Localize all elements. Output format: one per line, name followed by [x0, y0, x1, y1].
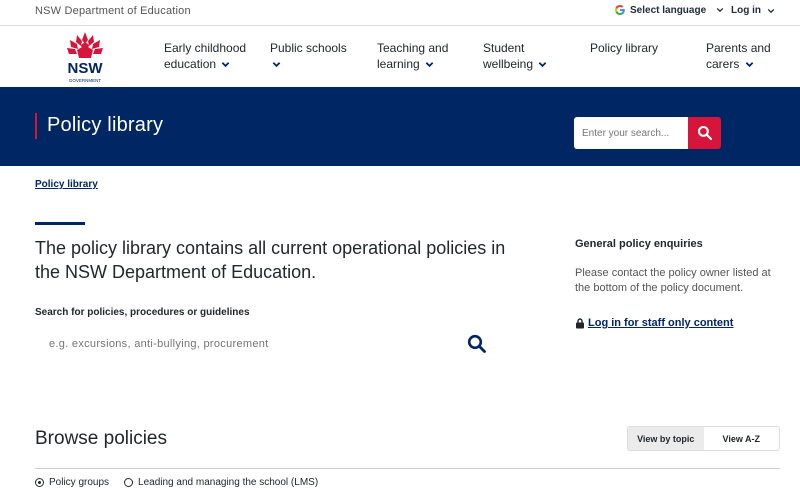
nav-label: Student [483, 41, 525, 55]
radio-label: Leading and managing the school (LMS) [138, 477, 319, 488]
nsw-government-logo[interactable]: NSW GOVERNMENT [55, 30, 115, 86]
divider [35, 468, 780, 469]
page-banner: Policy library [0, 87, 800, 166]
utility-bar: NSW Department of Education Select langu… [0, 0, 800, 26]
chevron-down-icon [272, 62, 281, 68]
google-icon [615, 5, 625, 15]
header-search-input[interactable] [574, 117, 688, 149]
chevron-down-icon [767, 8, 775, 13]
view-a-z-button[interactable]: View A-Z [704, 427, 780, 450]
breadcrumb-policy-library[interactable]: Policy library [35, 179, 98, 190]
chevron-down-icon [222, 62, 230, 68]
nav-label: learning [377, 57, 420, 71]
nav-label: Teaching and [377, 41, 449, 55]
browse-policies-heading: Browse policies [35, 428, 167, 449]
org-name: NSW Department of Education [35, 5, 191, 17]
section-accent-line [35, 222, 85, 225]
chevron-down-icon [425, 62, 434, 68]
nav-student-wellbeing[interactable]: Student wellbeing [483, 40, 547, 72]
nav-label: Parents and [706, 41, 771, 55]
logo-text: NSW [68, 60, 104, 77]
header-search-button[interactable] [688, 117, 721, 149]
intro-heading: The policy library contains all current … [35, 238, 506, 282]
lock-icon [576, 317, 584, 328]
staff-login-label: Log in for staff only content [588, 317, 734, 329]
logo-subtext: GOVERNMENT [69, 78, 102, 83]
search-icon[interactable] [467, 334, 487, 354]
radio-label: Policy groups [49, 477, 110, 488]
main-navigation: NSW GOVERNMENT Early childhood education… [0, 26, 800, 87]
sidebar-text: Please contact the policy owner listed a… [575, 267, 771, 294]
policy-radio-group: Policy groups Leading and managing the s… [35, 477, 333, 488]
chevron-down-icon [539, 62, 547, 68]
radio-checked-icon [35, 478, 44, 487]
nav-teaching-learning[interactable]: Teaching and learning [377, 40, 448, 72]
title-accent-bar [35, 113, 37, 139]
nav-parents-carers[interactable]: Parents and carers [706, 40, 771, 72]
policy-search-field [35, 330, 495, 358]
nav-label: education [164, 57, 217, 71]
radio-policy-groups[interactable]: Policy groups [35, 477, 109, 488]
policy-search-input[interactable] [35, 330, 455, 358]
login-label: Log in [731, 5, 761, 16]
view-by-topic-button[interactable]: View by topic [628, 427, 704, 450]
view-toggle: View by topic View A-Z [627, 426, 780, 451]
login-button[interactable]: Log in [731, 5, 775, 16]
policy-search-label: Search for policies, procedures or guide… [35, 307, 250, 318]
select-language-button[interactable]: Select language [614, 4, 724, 16]
select-language-label: Select language [630, 4, 707, 16]
nav-label: Policy library [590, 41, 659, 55]
nav-label: carers [706, 57, 740, 71]
staff-login-link[interactable]: Log in for staff only content [575, 317, 733, 329]
nav-early-childhood[interactable]: Early childhood education [164, 40, 246, 72]
sidebar-title: General policy enquiries [575, 238, 703, 250]
nav-public-schools[interactable]: Public schools [270, 40, 347, 72]
nav-policy-library[interactable]: Policy library [590, 40, 658, 56]
chevron-down-icon [716, 7, 724, 13]
header-search-box [574, 117, 688, 149]
search-icon [697, 125, 712, 141]
radio-unchecked-icon [124, 478, 134, 487]
chevron-down-icon [745, 62, 753, 68]
page-title: Policy library [47, 114, 164, 136]
nav-label: Public schools [270, 41, 347, 55]
nav-label: Early childhood [164, 41, 247, 55]
nav-label: wellbeing [483, 57, 534, 71]
radio-lms[interactable]: Leading and managing the school (LMS) [124, 477, 318, 488]
